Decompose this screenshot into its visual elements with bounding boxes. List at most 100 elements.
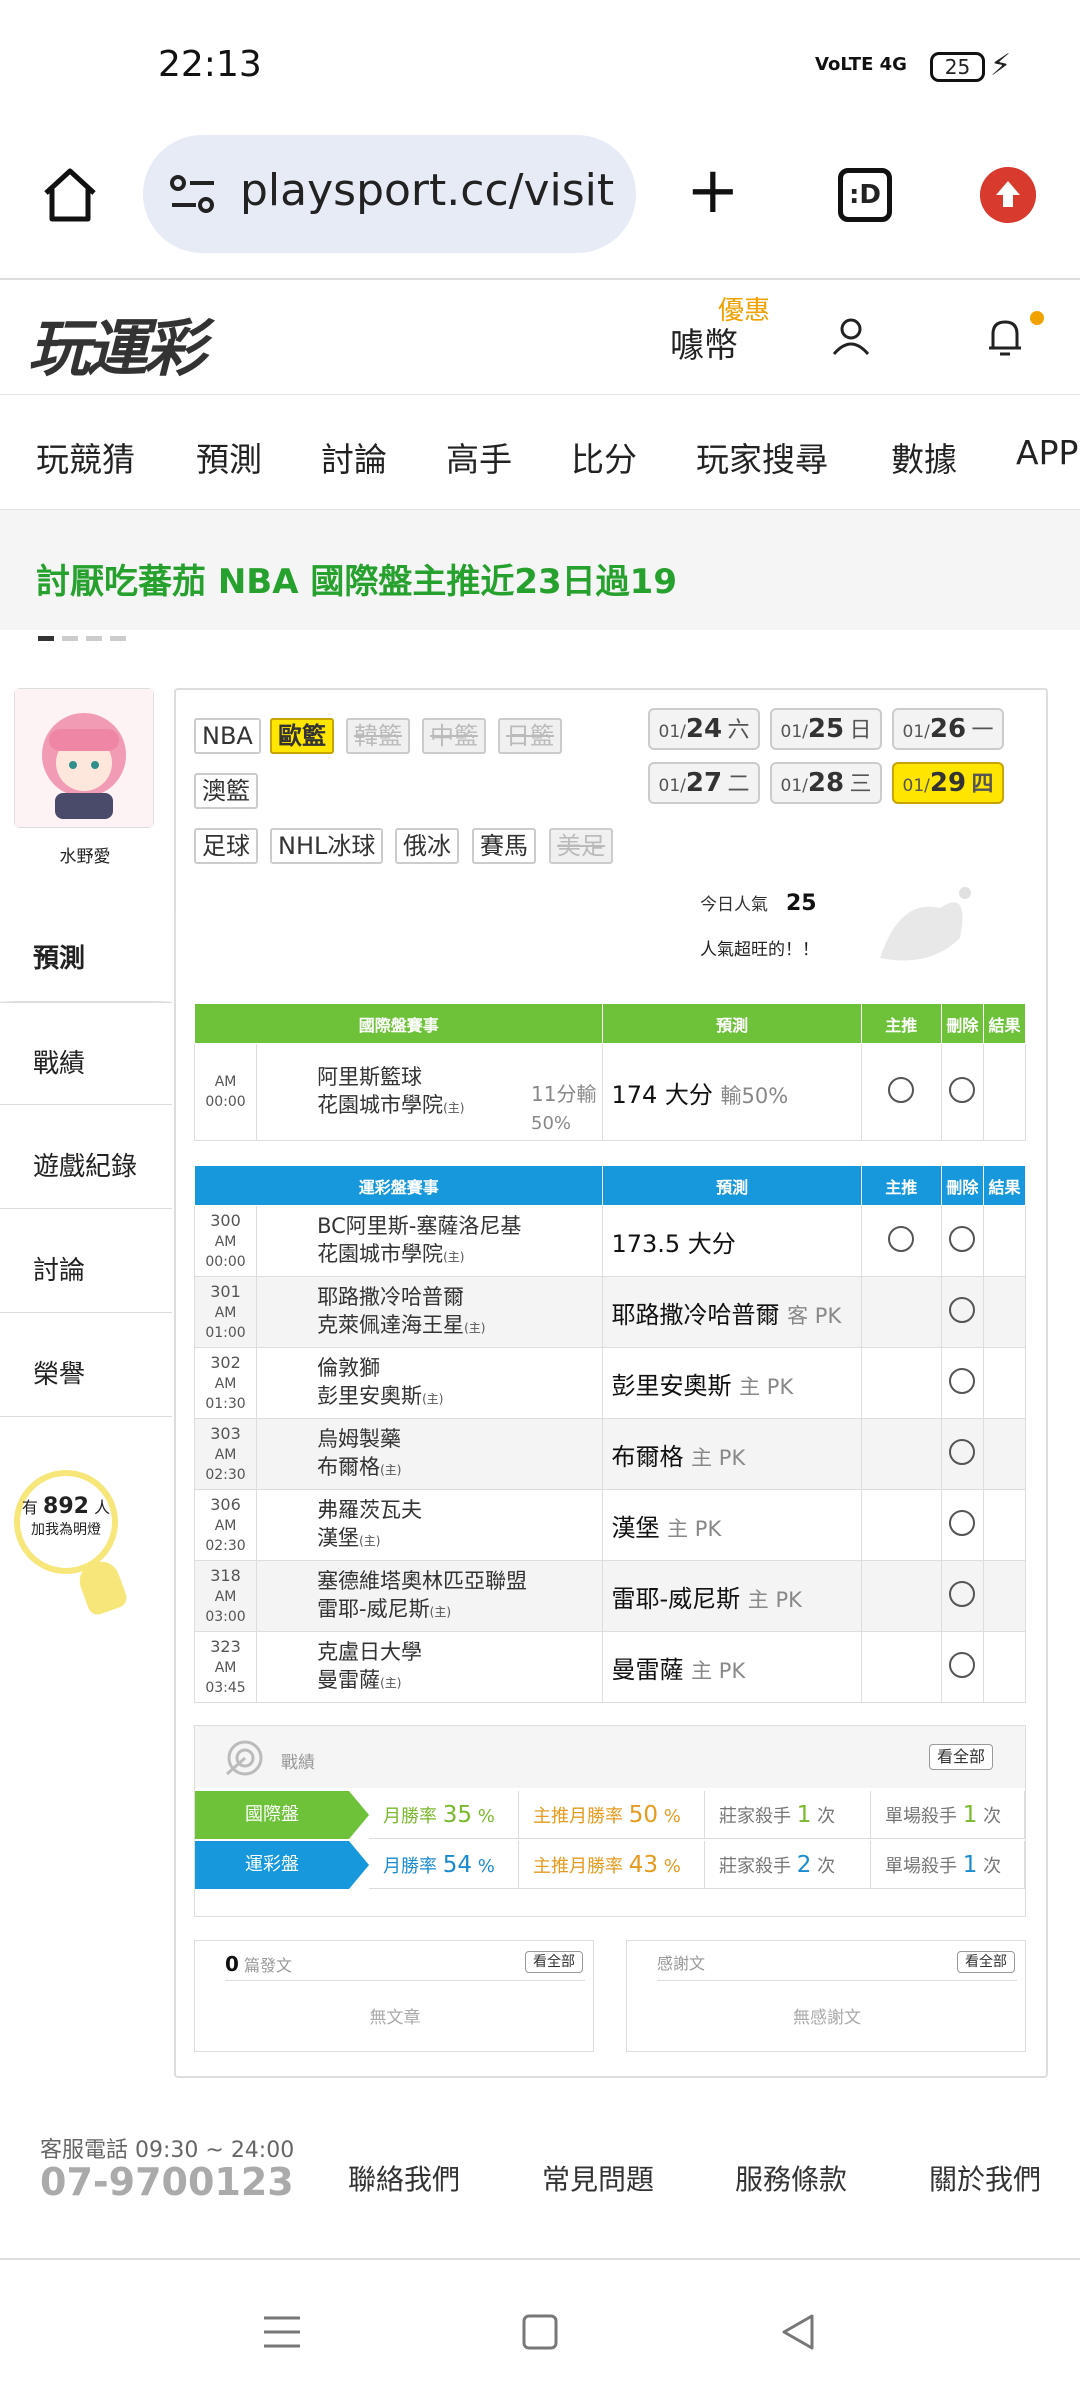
notification-dot	[1030, 311, 1044, 325]
footer-link[interactable]: 關於我們	[929, 2158, 1041, 2198]
thanks-box: 感謝文 看全部 無感謝文	[626, 1940, 1026, 2052]
sidebar-item-record[interactable]: 戰績	[0, 1002, 172, 1105]
nav-item[interactable]: 高手	[446, 433, 512, 481]
promo-banner[interactable]: 討厭吃蕃茄 NBA 國際盤主推近23日過19	[0, 510, 1080, 641]
date-tab[interactable]: 01/27 二	[648, 762, 760, 804]
site-settings-icon[interactable]	[168, 173, 218, 215]
popularity-note: 人氣超旺的！！	[700, 940, 819, 960]
table-row: 318 AM 03:00 塞德維塔奧林匹亞聯盟 雷耶-威尼斯(主) 雷耶-威尼斯 主…	[193, 1560, 1027, 1632]
back-icon[interactable]	[778, 2312, 818, 2352]
nav-item[interactable]: 玩家搜尋	[696, 433, 828, 481]
view-all-posts-button[interactable]: 看全部	[525, 1951, 583, 1973]
record-summary: 戰績 看全部 國際盤 月勝率 35 % 主推月勝率 50 % 莊家殺手 1 次 …	[194, 1725, 1026, 1917]
avatar[interactable]	[14, 688, 154, 828]
main-pick-radio[interactable]	[888, 1076, 915, 1103]
league-tag[interactable]: NHL冰球	[270, 828, 384, 864]
date-tab[interactable]: 01/25 日	[770, 708, 882, 750]
tab-switcher-icon[interactable]: :D	[838, 168, 892, 222]
league-tag-disabled: 日籃	[498, 718, 562, 754]
carousel-dots	[38, 626, 134, 645]
delete-radio[interactable]	[949, 1580, 976, 1607]
url-field[interactable]: playsport.cc/visit	[143, 135, 636, 253]
home-nav-icon[interactable]	[520, 2312, 560, 2352]
delete-radio[interactable]	[949, 1076, 976, 1103]
status-bar: 22:13 VoLTE 4G 25 ⚡	[0, 0, 1080, 135]
profile-sidebar: 水野愛 預測 戰績 遊戲紀錄 討論 榮譽 有 892 人 加我為明燈	[0, 680, 172, 2080]
sidebar-item-discussion[interactable]: 討論	[0, 1210, 172, 1313]
table-row: 306 AM 02:30 弗羅茨瓦夫 漢堡(主) 漢堡 主 PK	[193, 1489, 1027, 1561]
coin-link[interactable]: 噱幣	[670, 318, 738, 367]
mascot-icon	[880, 887, 971, 961]
battery-icon: 25	[930, 52, 985, 82]
footer-link[interactable]: 服務條款	[735, 2158, 847, 2198]
popularity: 今日人氣 25	[700, 891, 817, 916]
table-row: 300 AM 00:00 BC阿里斯-塞薩洛尼基 花園城市學院(主) 173.5 大…	[193, 1205, 1027, 1277]
table-row: 302 AM 01:30 倫敦獅 彭里安奧斯(主) 彭里安奧斯 主 PK	[193, 1347, 1027, 1419]
date-tab[interactable]: 01/28 三	[770, 762, 882, 804]
main-pick-radio[interactable]	[888, 1225, 915, 1252]
clock: 22:13	[158, 44, 262, 85]
delete-radio[interactable]	[949, 1296, 976, 1323]
table-row: 301 AM 01:00 耶路撒冷哈普爾 克萊佩達海王星(主) 耶路撒冷哈普爾 客 …	[193, 1276, 1027, 1348]
target-icon	[226, 1740, 263, 1776]
delete-radio[interactable]	[949, 1651, 976, 1678]
sports-table: 運彩盤賽事 預測 主推 刪除 結果 300 AM 00:00 BC阿里斯-塞薩洛尼…	[193, 1165, 1027, 1703]
record-title: 戰績	[281, 1753, 315, 1773]
league-tag[interactable]: 賽馬	[472, 828, 536, 864]
nav-item[interactable]: 玩競猜	[36, 433, 135, 481]
league-tag-selected[interactable]: 歐籃	[270, 718, 334, 754]
site-logo[interactable]: 玩運彩	[28, 298, 206, 388]
date-tab[interactable]: 01/24 六	[648, 708, 760, 750]
signal-icon: VoLTE 4G	[815, 54, 907, 75]
view-all-thanks-button[interactable]: 看全部	[957, 1951, 1015, 1973]
league-tag[interactable]: NBA	[194, 718, 261, 754]
league-tag[interactable]: 澳籃	[194, 773, 258, 809]
browser-toolbar: playsport.cc/visit + :D	[0, 135, 1080, 280]
date-tab[interactable]: 01/26 一	[892, 708, 1004, 750]
thanks-empty: 無感謝文	[793, 2008, 861, 2028]
bell-icon[interactable]	[985, 316, 1025, 358]
footer-link[interactable]: 聯絡我們	[348, 2158, 460, 2198]
update-icon[interactable]	[980, 167, 1036, 223]
follow-lamp[interactable]: 有 892 人 加我為明燈	[14, 1470, 118, 1574]
charging-icon: ⚡	[990, 48, 1012, 83]
site-footer: 客服電話 09:30 ~ 24:00 07-9700123 聯絡我們 常見問題 …	[0, 2110, 1080, 2260]
delete-radio[interactable]	[949, 1438, 976, 1465]
menu-icon[interactable]	[262, 2312, 302, 2352]
sidebar-item-predictions[interactable]: 預測	[0, 898, 172, 1001]
league-tag[interactable]: 俄冰	[395, 828, 459, 864]
delete-radio[interactable]	[949, 1225, 976, 1252]
nav-item[interactable]: 數據	[891, 433, 957, 481]
intl-table: 國際盤賽事 預測 主推 刪除 結果 AM 00:00 阿里斯籃球 花園城市學院(主…	[193, 1003, 1027, 1141]
delete-radio[interactable]	[949, 1367, 976, 1394]
league-tag-disabled: 美足	[549, 828, 613, 864]
user-name: 水野愛	[59, 847, 111, 867]
delete-radio[interactable]	[949, 1509, 976, 1536]
posts-empty: 無文章	[369, 2008, 421, 2028]
sidebar-item-game-log[interactable]: 遊戲紀錄	[0, 1106, 172, 1209]
main-nav: 玩競猜 預測 討論 高手 比分 玩家搜尋 數據 APP	[0, 395, 1080, 510]
nav-item[interactable]: 比分	[571, 433, 637, 481]
footer-link[interactable]: 常見問題	[542, 2158, 654, 2198]
table-row: AM 00:00 阿里斯籃球 花園城市學院(主) 11分輸 50% 174 大分 輸…	[193, 1043, 1027, 1141]
nav-item[interactable]: APP	[1016, 433, 1078, 472]
date-tab-selected[interactable]: 01/29 四	[892, 762, 1004, 804]
nav-item[interactable]: 預測	[196, 433, 262, 481]
record-row-sports: 運彩盤 月勝率 54 % 主推月勝率 43 % 莊家殺手 2 次 單場殺手 1 …	[195, 1841, 1025, 1889]
fans-count: 892	[43, 1494, 89, 1519]
new-tab-icon[interactable]: +	[686, 159, 740, 223]
service-phone[interactable]: 07-9700123	[40, 2160, 294, 2204]
view-all-record-button[interactable]: 看全部	[929, 1744, 994, 1770]
site-header: 玩運彩 優惠 噱幣	[0, 280, 1080, 395]
nav-item[interactable]: 討論	[321, 433, 387, 481]
home-icon[interactable]	[40, 165, 100, 225]
system-nav-bar	[0, 2270, 1080, 2400]
sidebar-item-honor[interactable]: 榮譽	[0, 1314, 172, 1417]
league-tag[interactable]: 足球	[194, 828, 258, 864]
record-row-intl: 國際盤 月勝率 35 % 主推月勝率 50 % 莊家殺手 1 次 單場殺手 1 …	[195, 1791, 1025, 1839]
table-row: 323 AM 03:45 克盧日大學 曼雷薩(主) 曼雷薩 主 PK	[193, 1631, 1027, 1703]
user-icon[interactable]	[830, 316, 872, 358]
posts-count: 0	[225, 1952, 239, 1976]
league-tag-disabled: 韓籃	[346, 718, 410, 754]
promo-text[interactable]: 討厭吃蕃茄 NBA 國際盤主推近23日過19	[36, 554, 677, 603]
